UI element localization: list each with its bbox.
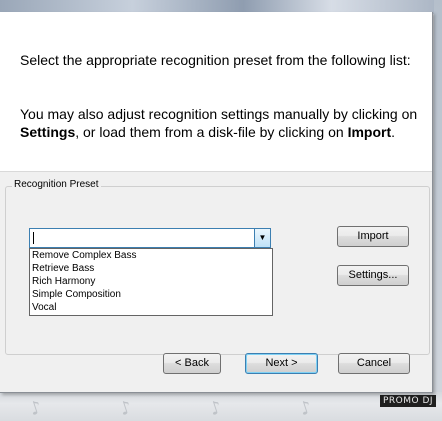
cancel-button[interactable]: Cancel [338, 353, 410, 374]
settings-button[interactable]: Settings... [337, 265, 409, 286]
intro-text-1: Select the appropriate recognition prese… [20, 52, 411, 68]
chevron-down-icon[interactable]: ▼ [254, 229, 270, 247]
back-button[interactable]: < Back [163, 353, 221, 374]
import-button[interactable]: Import [337, 226, 409, 247]
next-button[interactable]: Next > [245, 353, 318, 374]
intro-text-2: You may also adjust recognition settings… [20, 105, 420, 141]
intro-text-2-part: , or load them from a disk-file by click… [75, 124, 348, 140]
import-keyword: Import [347, 124, 392, 140]
text-caret [33, 232, 34, 244]
group-title: Recognition Preset [12, 179, 101, 190]
settings-keyword: Settings [20, 124, 76, 140]
intro-text-2-part: . [391, 124, 396, 140]
preset-option[interactable]: Rich Harmony [30, 275, 272, 288]
promo-dj-badge: PROMO DJ [380, 395, 437, 407]
preset-option[interactable]: Retrieve Bass [30, 262, 272, 275]
preset-option[interactable]: Remove Complex Bass [30, 249, 272, 262]
wizard-dialog: Select the appropriate recognition prese… [0, 12, 433, 393]
intro-panel: Select the appropriate recognition prese… [0, 12, 432, 172]
desktop-background-right [434, 0, 442, 421]
preset-dropdown-list: Remove Complex Bass Retrieve Bass Rich H… [29, 248, 273, 316]
preset-option[interactable]: Vocal [30, 301, 272, 314]
preset-combobox[interactable]: ▼ [29, 228, 271, 248]
preset-option[interactable]: Simple Composition [30, 288, 272, 301]
intro-text-2-part: You may also adjust recognition settings… [20, 106, 418, 122]
